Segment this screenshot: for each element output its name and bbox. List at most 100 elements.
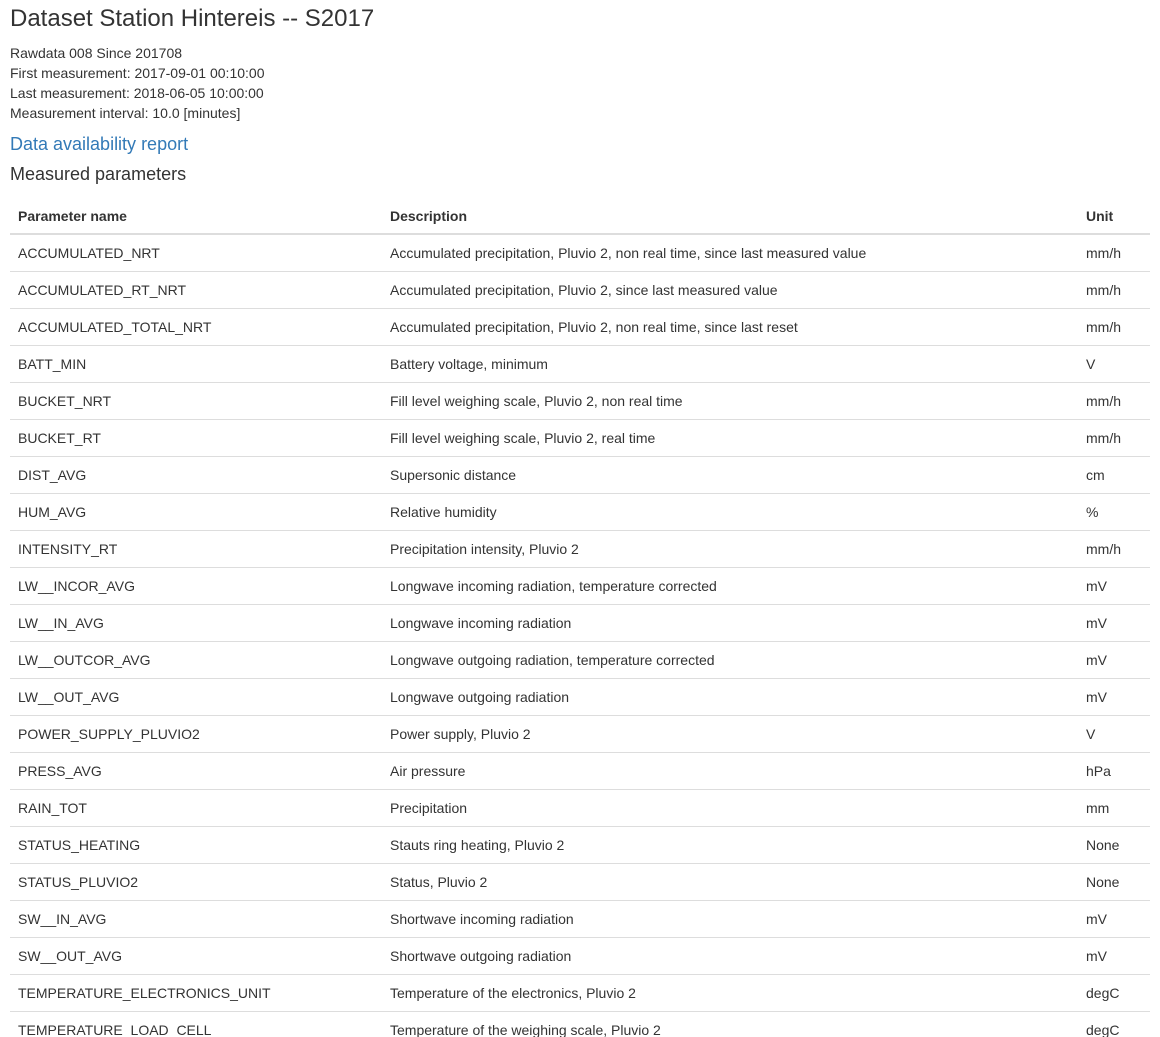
unit-cell: mm/h [1078,382,1150,420]
description-cell: Longwave incoming radiation [382,604,1078,642]
parameter-name-cell: STATUS_HEATING [10,826,382,864]
parameter-name-cell: LW__INCOR_AVG [10,567,382,605]
unit-cell: mm/h [1078,271,1150,309]
unit-cell: cm [1078,456,1150,494]
unit-cell: degC [1078,1011,1150,1037]
table-row: TEMPERATURE_ELECTRONICS_UNIT Temperature … [10,974,1150,1012]
parameter-name-cell: TEMPERATURE_LOAD_CELL [10,1011,382,1037]
table-row: ACCUMULATED_RT_NRT Accumulated precipitat… [10,271,1150,309]
unit-cell: mV [1078,641,1150,679]
description-cell: Longwave outgoing radiation [382,678,1078,716]
unit-cell: V [1078,715,1150,753]
table-row: INTENSITY_RT Precipitation intensity, Plu… [10,530,1150,568]
parameter-name-cell: LW__IN_AVG [10,604,382,642]
parameter-name-cell: DIST_AVG [10,456,382,494]
data-availability-report-link[interactable]: Data availability report [10,133,188,155]
dataset-metadata: Rawdata 008 Since 201708 First measureme… [10,43,1150,123]
table-row: LW__OUT_AVG Longwave outgoing radiation mV [10,678,1150,716]
description-cell: Accumulated precipitation, Pluvio 2, non… [382,308,1078,346]
table-row: BATT_MIN Battery voltage, minimum V [10,345,1150,383]
parameter-name-cell: RAIN_TOT [10,789,382,827]
parameter-name-cell: LW__OUT_AVG [10,678,382,716]
parameter-name-cell: ACCUMULATED_RT_NRT [10,271,382,309]
parameter-name-cell: SW__OUT_AVG [10,937,382,975]
parameter-name-cell: POWER_SUPPLY_PLUVIO2 [10,715,382,753]
parameter-name-cell: PRESS_AVG [10,752,382,790]
unit-cell: degC [1078,974,1150,1012]
unit-cell: mV [1078,937,1150,975]
measurement-interval: Measurement interval: 10.0 [minutes] [10,105,241,121]
page-title: Dataset Station Hintereis -- S2017 [10,5,375,32]
parameter-name-cell: BUCKET_NRT [10,382,382,420]
last-measurement: Last measurement: 2018-06-05 10:00:00 [10,85,264,101]
parameter-name-cell: HUM_AVG [10,493,382,531]
column-header-description: Description [382,199,1078,235]
table-row: SW__IN_AVG Shortwave incoming radiation mV [10,900,1150,938]
column-header-parameter-name: Parameter name [10,199,382,235]
unit-cell: mV [1078,678,1150,716]
description-cell: Precipitation intensity, Pluvio 2 [382,530,1078,568]
unit-cell: mV [1078,900,1150,938]
parameter-name-cell: INTENSITY_RT [10,530,382,568]
table-row: BUCKET_NRT Fill level weighing scale, Plu… [10,382,1150,420]
description-cell: Air pressure [382,752,1078,790]
description-cell: Accumulated precipitation, Pluvio 2, non… [390,245,867,261]
parameter-name-cell: SW__IN_AVG [10,900,382,938]
section-title: Measured parameters [10,164,187,184]
unit-cell: mm/h [1078,308,1150,346]
unit-cell: mm/h [1078,530,1150,568]
table-row: LW__INCOR_AVG Longwave incoming radiation… [10,567,1150,605]
table-row: PRESS_AVG Air pressure hPa [10,752,1150,790]
description-cell: Temperature of the weighing scale, Pluvi… [382,1011,1078,1037]
table-row: RAIN_TOT Precipitation mm [10,789,1150,827]
unit-cell: hPa [1078,752,1150,790]
description-cell: Longwave incoming radiation, temperature… [382,567,1078,605]
unit-cell: % [1078,493,1150,531]
table-row: SW__OUT_AVG Shortwave outgoing radiation m… [10,937,1150,975]
description-cell: Battery voltage, minimum [382,345,1078,383]
unit-cell: V [1078,345,1150,383]
table-row: STATUS_PLUVIO2 Status, Pluvio 2 None [10,863,1150,901]
parameter-name-cell: ACCUMULATED_TOTAL_NRT [10,308,382,346]
description-cell: Supersonic distance [382,456,1078,494]
parameter-name-cell: STATUS_PLUVIO2 [10,863,382,901]
table-row: LW__IN_AVG Longwave incoming radiation mV [10,604,1150,642]
unit-cell: mm/h [1078,419,1150,457]
table-row: LW__OUTCOR_AVG Longwave outgoing radiatio… [10,641,1150,679]
table-row: ACCUMULATED_TOTAL_NRT Accumulated precipi… [10,308,1150,346]
table-row: HUM_AVG Relative humidity% [10,493,1150,531]
column-header-unit: Unit [1078,199,1150,235]
table-row: DIST_AVG Supersonic distance cm [10,456,1150,494]
table-row: ACCUMULATED_NRT Accumulated precipitation… [10,234,1150,272]
description-cell: Fill level weighing scale, Pluvio 2, non… [382,382,1078,420]
description-cell: Precipitation [382,789,1078,827]
unit-cell: mV [1078,604,1150,642]
unit-cell: mm [1078,789,1150,827]
parameter-name-cell: BATT_MIN [10,345,382,383]
rawdata-info: Rawdata 008 Since 201708 [10,45,183,61]
description-cell: Shortwave incoming radiation [382,900,1078,938]
description-cell: Power supply, Pluvio 2 [382,715,1078,753]
description-cell: Relative humidity [382,493,1078,531]
unit-cell: None [1078,863,1150,901]
description-cell: Accumulated precipitation, Pluvio 2, sin… [382,271,1078,309]
parameters-table: Parameter name Description Unit ACCUMULA… [10,199,1150,1037]
header-row: Parameter name Description Unit [10,199,1150,235]
parameter-name-cell: BUCKET_RT [10,419,382,457]
description-cell: Longwave outgoing radiation, temperature… [382,641,1078,679]
description-cell: Status, Pluvio 2 [382,863,1078,901]
table-header: Parameter name Description Unit [10,199,1150,235]
parameter-name-cell: LW__OUTCOR_AVG [10,641,382,679]
table-row: POWER_SUPPLY_PLUVIO2 Power supply, Pluvio… [10,715,1150,753]
unit-cell: mm/h [1086,245,1121,261]
description-cell: Temperature of the electronics, Pluvio 2 [382,974,1078,1012]
description-cell: Stauts ring heating, Pluvio 2 [382,826,1078,864]
description-cell: Shortwave outgoing radiation [382,937,1078,975]
unit-cell: None [1078,826,1150,864]
table-row: STATUS_HEATING Stauts ring heating, Pluvi… [10,826,1150,864]
parameter-name-cell: ACCUMULATED_NRT [18,245,160,261]
unit-cell: mV [1078,567,1150,605]
first-measurement: First measurement: 2017-09-01 00:10:00 [10,65,265,81]
description-cell: Fill level weighing scale, Pluvio 2, rea… [382,419,1078,457]
table-row: BUCKET_RT Fill level weighing scale, Pluv… [10,419,1150,457]
